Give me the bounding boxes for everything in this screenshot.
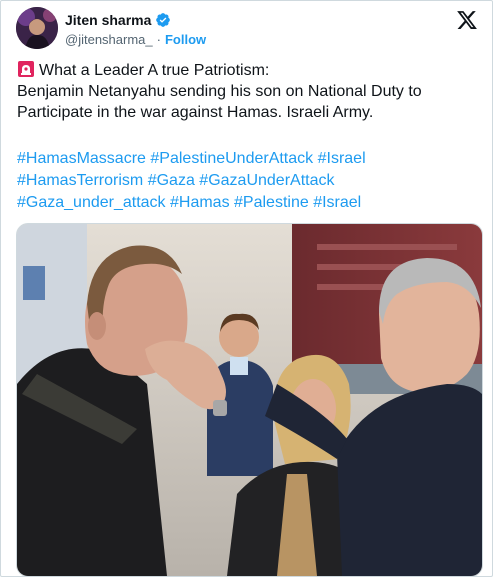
author-avatar[interactable] [16, 7, 58, 49]
hashtag-line: #Gaza_under_attack #Hamas #Palestine #Is… [17, 192, 485, 214]
hashtag-line: #HamasMassacre #PalestineUnderAttack #Is… [17, 148, 485, 170]
hashtag-line: #HamasTerrorism #Gaza #GazaUnderAttack [17, 170, 485, 192]
tweet-header: Jiten sharma @jitensharma_ · Follow [1, 1, 492, 57]
hashtag-link[interactable]: #Gaza_under_attack [17, 194, 166, 211]
tweet-photo[interactable] [16, 223, 483, 576]
author-handle[interactable]: @jitensharma_ [65, 32, 153, 47]
hashtag-link[interactable]: #Hamas [170, 194, 230, 211]
hashtag-link[interactable]: #PalestineUnderAttack [150, 150, 313, 167]
hashtag-link[interactable]: #HamasTerrorism [17, 172, 143, 189]
tweet-card: Jiten sharma @jitensharma_ · Follow What… [0, 0, 493, 577]
hashtag-link[interactable]: #Israel [318, 150, 366, 167]
hashtag-link[interactable]: #Gaza [148, 172, 195, 189]
tweet-photo-image [17, 224, 482, 576]
author-name[interactable]: Jiten sharma [65, 12, 151, 28]
hashtag-link[interactable]: #HamasMassacre [17, 150, 146, 167]
avatar-image [16, 7, 58, 49]
tweet-line-1: What a Leader A true Patriotism: [39, 62, 270, 79]
separator-dot: · [156, 32, 161, 47]
x-logo-icon[interactable] [456, 9, 478, 31]
hashtag-link[interactable]: #Palestine [234, 194, 309, 211]
verified-badge-icon [156, 13, 171, 27]
hashtag-link[interactable]: #Israel [313, 194, 361, 211]
hashtag-link[interactable]: #GazaUnderAttack [199, 172, 334, 189]
hashtag-list: #HamasMassacre #PalestineUnderAttack #Is… [17, 148, 485, 214]
siren-emoji-icon [18, 61, 34, 77]
tweet-line-2: Benjamin Netanyahu sending his son on Na… [17, 83, 422, 100]
follow-button[interactable]: Follow [165, 32, 206, 47]
tweet-line-3: Participate in the war against Hamas. Is… [17, 104, 374, 121]
tweet-text: What a Leader A true Patriotism: Benjami… [17, 60, 485, 123]
